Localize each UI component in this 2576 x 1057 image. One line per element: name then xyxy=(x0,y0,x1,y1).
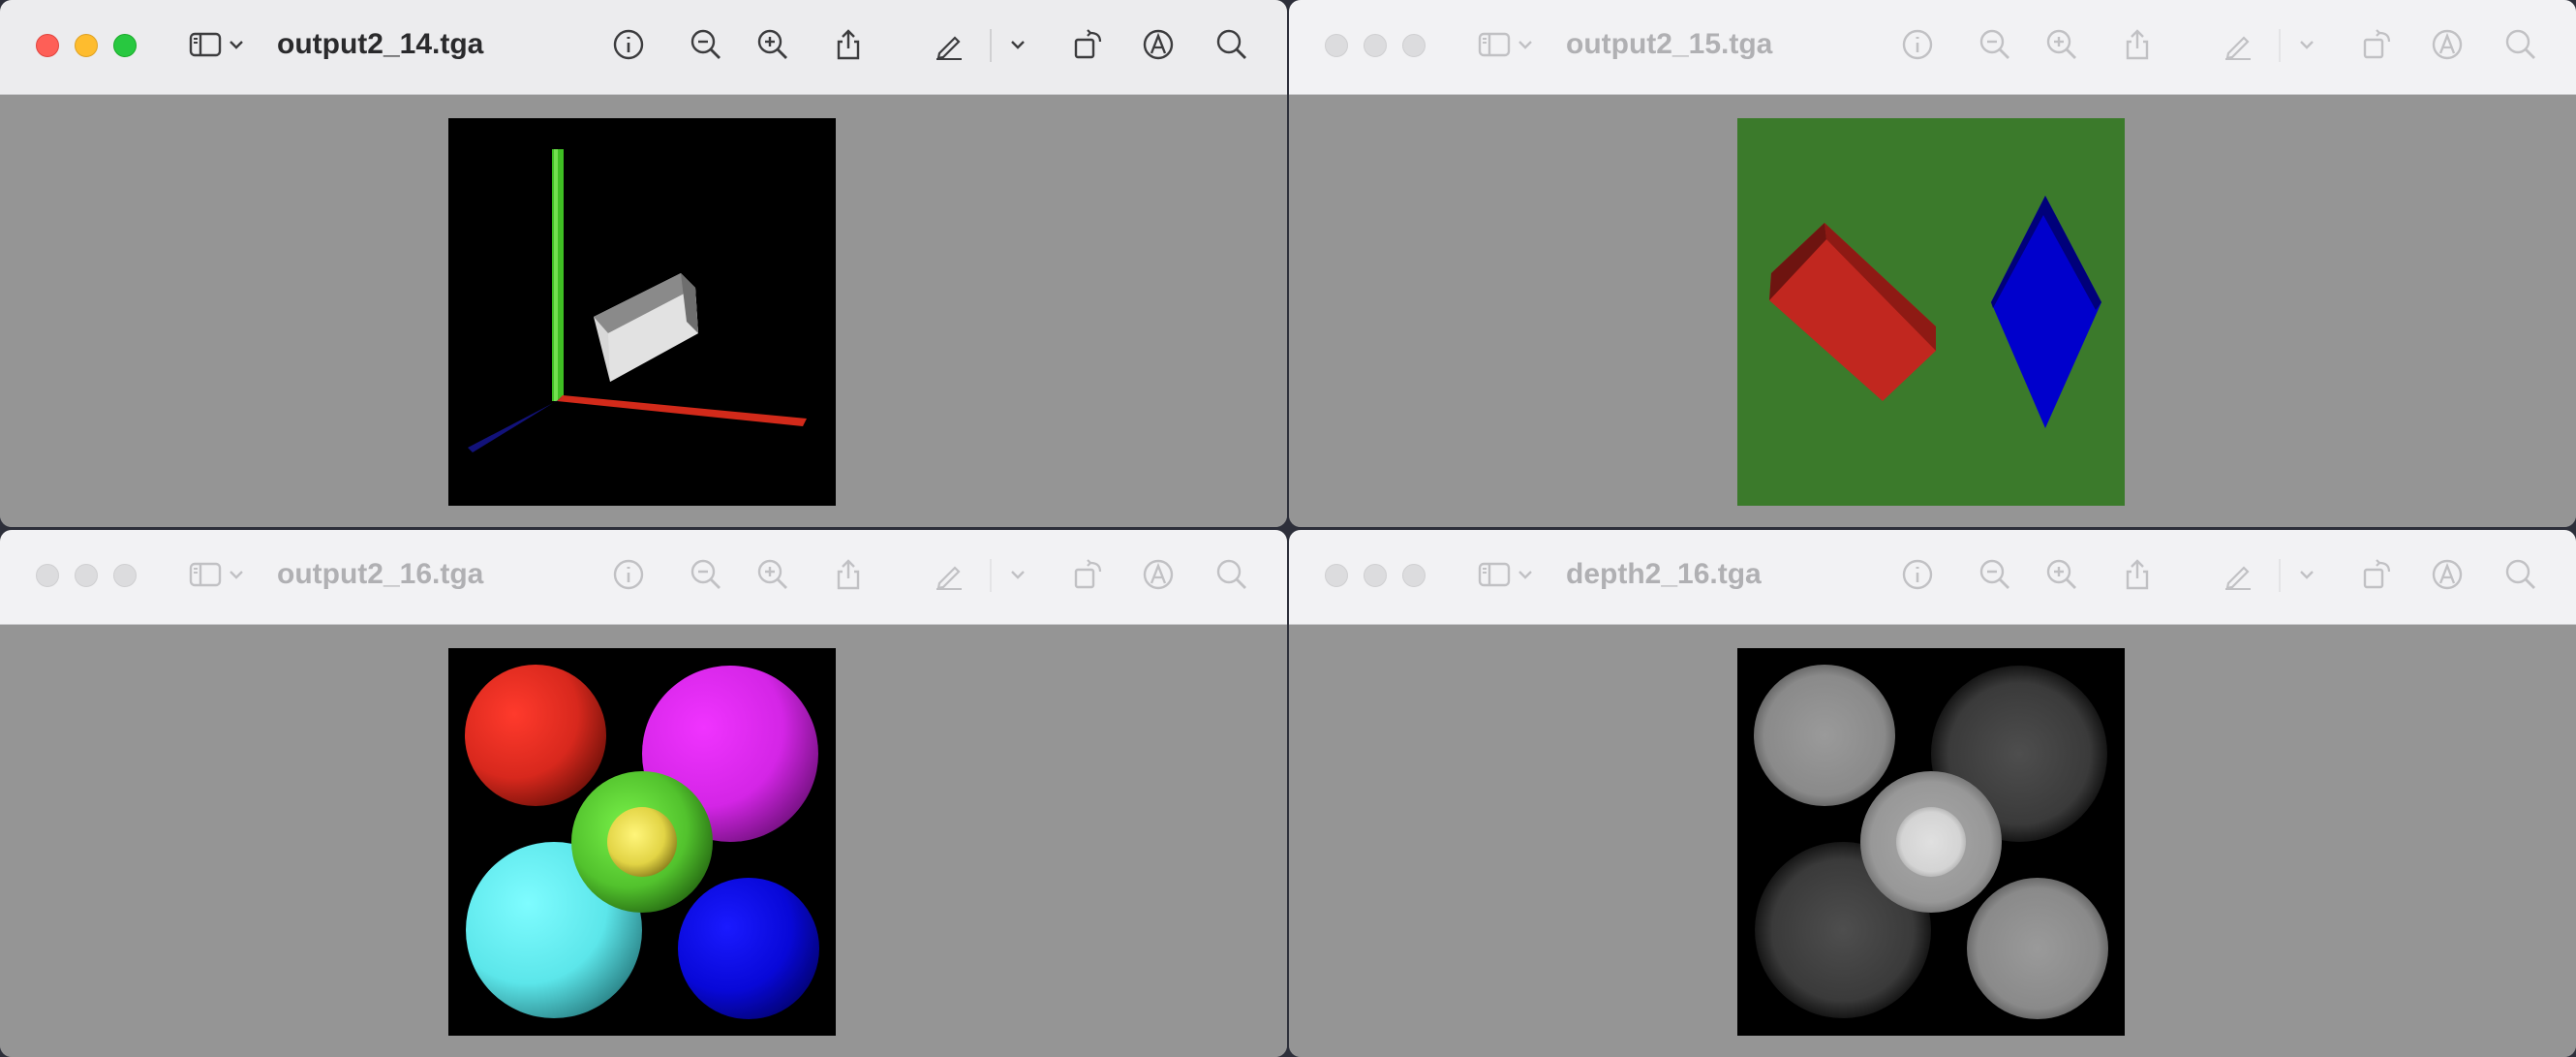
zoom-out-icon[interactable] xyxy=(687,555,725,594)
zoom-in-icon[interactable] xyxy=(753,555,792,594)
chevron-down-icon[interactable] xyxy=(1514,25,1537,64)
rendered-image-spheres xyxy=(448,648,836,1036)
rendered-image-depth-map xyxy=(1737,648,2125,1036)
markup-pencil-icon[interactable] xyxy=(2219,25,2257,64)
zoom-button[interactable] xyxy=(113,34,137,57)
toolbar-divider xyxy=(2279,559,2281,592)
sidebar-icon[interactable] xyxy=(186,25,225,64)
window-titlebar[interactable]: output2_15.tga xyxy=(1289,0,2576,95)
close-button[interactable] xyxy=(36,34,59,57)
share-icon[interactable] xyxy=(829,555,868,594)
close-button[interactable] xyxy=(1325,564,1348,587)
zoom-out-icon[interactable] xyxy=(1976,555,2014,594)
minimize-button[interactable] xyxy=(75,34,98,57)
rotate-icon[interactable] xyxy=(2358,555,2397,594)
chevron-down-icon[interactable] xyxy=(225,555,248,594)
search-icon[interactable] xyxy=(1212,25,1251,64)
zoom-in-icon[interactable] xyxy=(2042,25,2081,64)
zoom-button[interactable] xyxy=(1402,564,1426,587)
minimize-button[interactable] xyxy=(75,564,98,587)
image-viewport[interactable] xyxy=(1289,95,2576,527)
zoom-button[interactable] xyxy=(1402,34,1426,57)
markup-a-icon[interactable] xyxy=(1139,555,1178,594)
window-title: output2_15.tga xyxy=(1566,28,1773,60)
close-button[interactable] xyxy=(1325,34,1348,57)
rendered-image-axes-box xyxy=(448,118,836,506)
preview-window-depth2-16[interactable]: depth2_16.tga xyxy=(1289,530,2576,1057)
zoom-out-icon[interactable] xyxy=(687,25,725,64)
share-icon[interactable] xyxy=(829,25,868,64)
search-icon[interactable] xyxy=(2501,555,2540,594)
rotate-icon[interactable] xyxy=(2358,25,2397,64)
markup-a-icon[interactable] xyxy=(2428,555,2467,594)
zoom-in-icon[interactable] xyxy=(2042,555,2081,594)
sidebar-icon[interactable] xyxy=(186,555,225,594)
chevron-down-icon[interactable] xyxy=(1514,555,1537,594)
info-icon[interactable] xyxy=(1898,555,1937,594)
sidebar-icon[interactable] xyxy=(1475,555,1514,594)
share-icon[interactable] xyxy=(2118,555,2157,594)
chevron-down-icon[interactable] xyxy=(1006,25,1029,64)
chevron-down-icon[interactable] xyxy=(1006,555,1029,594)
markup-pencil-icon[interactable] xyxy=(930,25,968,64)
window-title: output2_16.tga xyxy=(277,558,484,590)
chevron-down-icon[interactable] xyxy=(2295,25,2318,64)
image-viewport[interactable] xyxy=(0,95,1287,527)
preview-window-output2-16[interactable]: output2_16.tga xyxy=(0,530,1287,1057)
rotate-icon[interactable] xyxy=(1069,555,1108,594)
markup-a-icon[interactable] xyxy=(1139,25,1178,64)
share-icon[interactable] xyxy=(2118,25,2157,64)
info-icon[interactable] xyxy=(609,555,648,594)
search-icon[interactable] xyxy=(2501,25,2540,64)
window-titlebar[interactable]: depth2_16.tga xyxy=(1289,530,2576,625)
chevron-down-icon[interactable] xyxy=(2295,555,2318,594)
info-icon[interactable] xyxy=(609,25,648,64)
search-icon[interactable] xyxy=(1212,555,1251,594)
window-title: depth2_16.tga xyxy=(1566,558,1762,590)
window-titlebar[interactable]: output2_14.tga xyxy=(0,0,1287,95)
markup-a-icon[interactable] xyxy=(2428,25,2467,64)
zoom-out-icon[interactable] xyxy=(1976,25,2014,64)
zoom-button[interactable] xyxy=(113,564,137,587)
minimize-button[interactable] xyxy=(1364,564,1387,587)
preview-window-output2-14[interactable]: output2_14.tga xyxy=(0,0,1287,527)
window-title: output2_14.tga xyxy=(277,28,484,60)
preview-window-output2-15[interactable]: output2_15.tga xyxy=(1289,0,2576,527)
markup-pencil-icon[interactable] xyxy=(930,555,968,594)
chevron-down-icon[interactable] xyxy=(225,25,248,64)
toolbar-divider xyxy=(990,29,992,62)
close-button[interactable] xyxy=(36,564,59,587)
sidebar-icon[interactable] xyxy=(1475,25,1514,64)
image-viewport[interactable] xyxy=(1289,625,2576,1057)
toolbar-divider xyxy=(2279,29,2281,62)
minimize-button[interactable] xyxy=(1364,34,1387,57)
image-viewport[interactable] xyxy=(0,625,1287,1057)
rotate-icon[interactable] xyxy=(1069,25,1108,64)
toolbar-divider xyxy=(990,559,992,592)
markup-pencil-icon[interactable] xyxy=(2219,555,2257,594)
window-titlebar[interactable]: output2_16.tga xyxy=(0,530,1287,625)
rendered-image-box-diamond xyxy=(1737,118,2125,506)
info-icon[interactable] xyxy=(1898,25,1937,64)
zoom-in-icon[interactable] xyxy=(753,25,792,64)
